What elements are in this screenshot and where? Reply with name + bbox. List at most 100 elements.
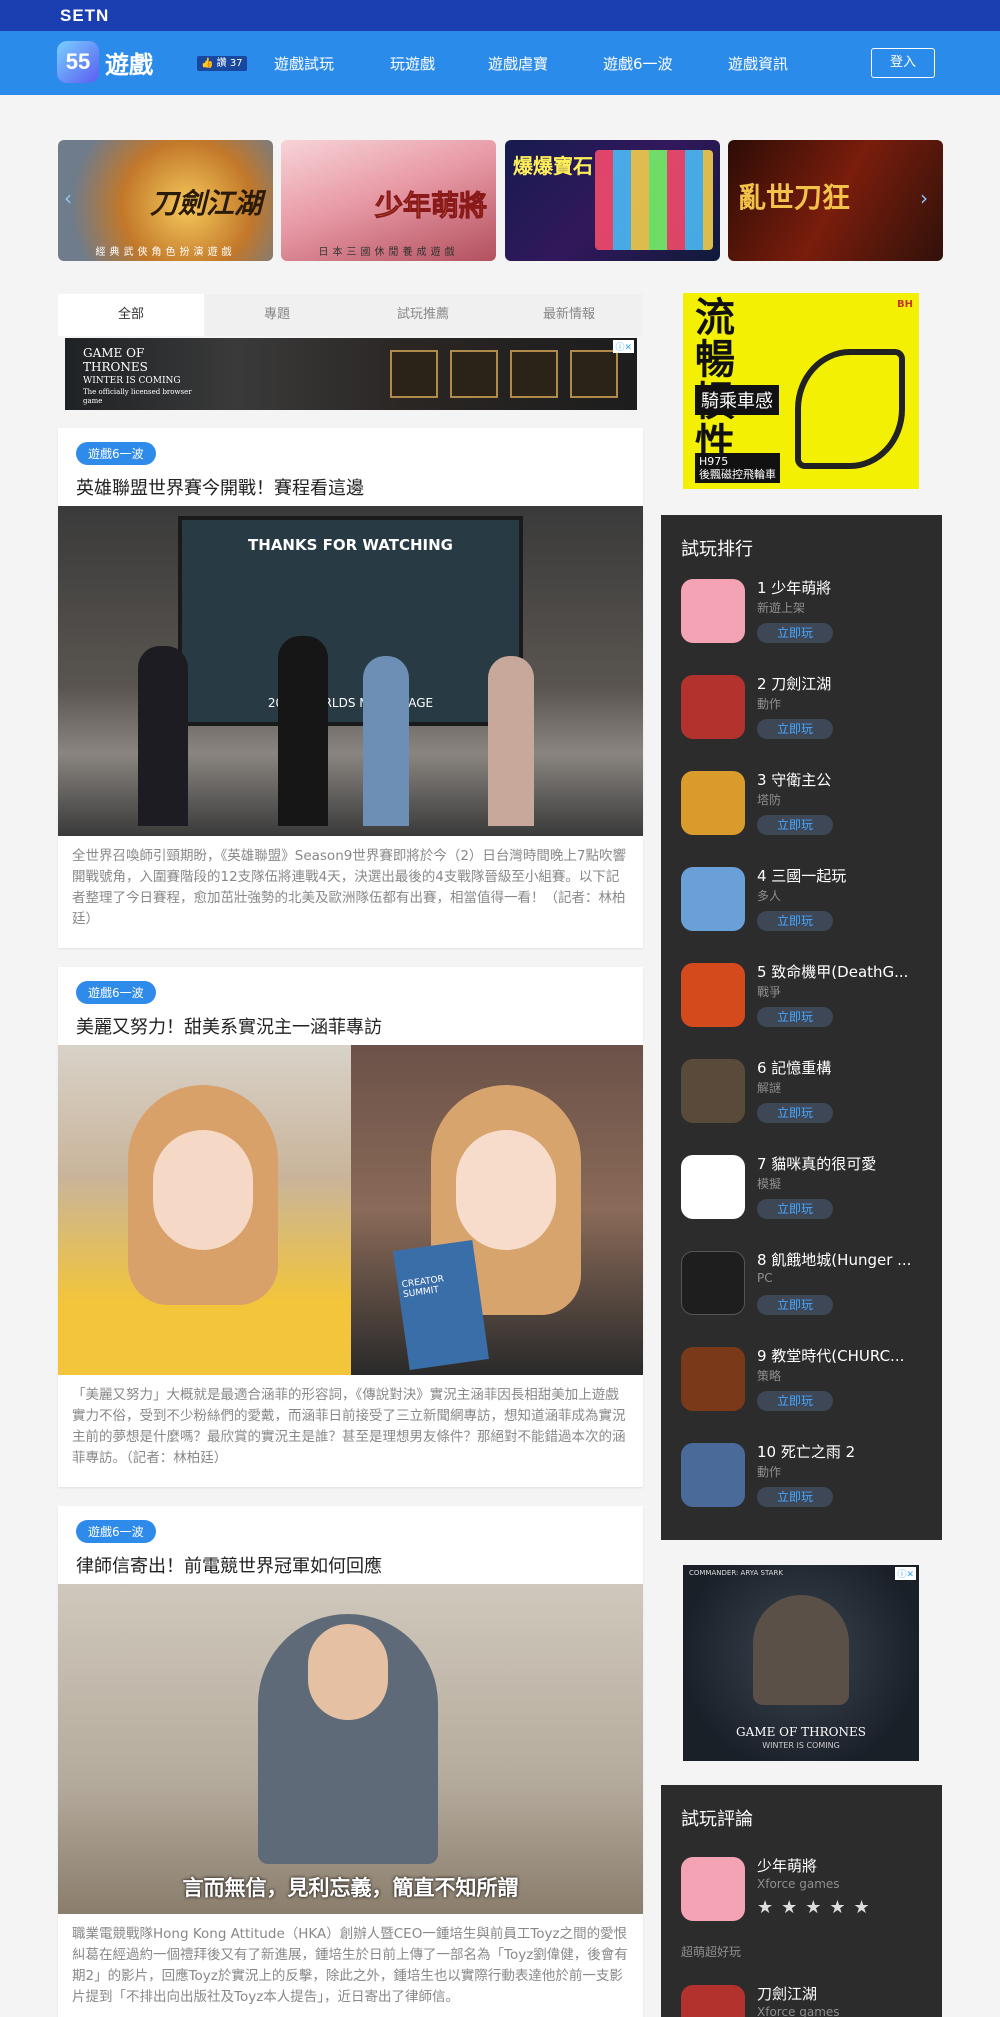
play-now-button[interactable]: 立即玩: [757, 1295, 833, 1315]
game-name[interactable]: 1 少年萌將: [757, 577, 932, 598]
game-of-thrones-side-ad[interactable]: COMMANDER: ARYA STARK GAME OF THRONES WI…: [683, 1565, 919, 1761]
face-shape: [456, 1130, 556, 1250]
game-name[interactable]: 刀劍江湖: [757, 1983, 932, 2004]
game-icon[interactable]: [681, 963, 745, 1027]
carousel-prev-arrow-icon[interactable]: ‹: [64, 186, 72, 210]
ad-close-icon[interactable]: ⓘ✕: [613, 340, 634, 353]
game-icon[interactable]: [681, 1347, 745, 1411]
nav-item-play[interactable]: 玩遊戲: [390, 53, 435, 74]
play-now-button[interactable]: 立即玩: [757, 1487, 833, 1507]
article-image[interactable]: CREATOR SUMMIT: [58, 1045, 643, 1375]
article-tag[interactable]: 遊戲6一波: [76, 981, 156, 1004]
article-card[interactable]: 遊戲6一波 美麗又努力！甜美系實況主一涵菲專訪 CREATOR SUMMIT 「…: [58, 967, 643, 1487]
game-icon[interactable]: [681, 1251, 745, 1315]
banner-title: 爆爆寶石: [513, 154, 593, 178]
screen-headline: THANKS FOR WATCHING: [248, 536, 453, 554]
photo-right: CREATOR SUMMIT: [351, 1045, 643, 1375]
article-tag[interactable]: 遊戲6一波: [76, 442, 156, 465]
game-name[interactable]: 3 守衛主公: [757, 769, 932, 790]
article-title[interactable]: 英雄聯盟世界賽今開戰！賽程看這邊: [76, 474, 364, 500]
game-category: 戰爭: [757, 985, 782, 999]
carousel-next-arrow-icon[interactable]: ›: [920, 186, 928, 210]
article-image[interactable]: THANKS FOR WATCHING 2019 WORLDS MAIN STA…: [58, 506, 643, 836]
article-card[interactable]: 遊戲6一波 英雄聯盟世界賽今開戰！賽程看這邊 THANKS FOR WATCHI…: [58, 428, 643, 948]
play-now-button[interactable]: 立即玩: [757, 1007, 833, 1027]
ranking-item[interactable]: 4 三國一起玩 多人 立即玩: [681, 867, 931, 947]
article-card[interactable]: 遊戲6一波 律師信寄出！前電競世界冠軍如何回應 言而無信，見利忘義，簡直不知所謂…: [58, 1506, 643, 2017]
game-icon[interactable]: [681, 771, 745, 835]
fitness-bike-ad[interactable]: 流暢慣性 騎乘車感 H975 後飄磁控飛輪車 BH: [683, 293, 919, 489]
game-icon[interactable]: [681, 1985, 745, 2017]
game-category: 動作: [757, 697, 782, 711]
nav-item-treasure[interactable]: 遊戲虐寶: [488, 53, 548, 74]
ranking-item[interactable]: 5 致命機甲(DeathG... 戰爭 立即玩: [681, 963, 931, 1043]
game-name[interactable]: 5 致命機甲(DeathG...: [757, 961, 932, 982]
banner-caption: 經典武俠角色扮演遊戲: [95, 247, 236, 258]
play-now-button[interactable]: 立即玩: [757, 1103, 833, 1123]
game-name[interactable]: 6 記憶重構: [757, 1057, 932, 1078]
article-image[interactable]: 言而無信，見利忘義，簡直不知所謂: [58, 1584, 643, 1914]
ranking-item[interactable]: 7 貓咪真的很可愛 模擬 立即玩: [681, 1155, 931, 1235]
ranking-item[interactable]: 1 少年萌將 新遊上架 立即玩: [681, 579, 931, 659]
banner-caption: 日本三國休閒養成遊戲: [318, 247, 459, 258]
game-name[interactable]: 9 教堂時代(CHURC...: [757, 1345, 932, 1366]
held-card-text: CREATOR SUMMIT: [401, 1274, 445, 1301]
game-icon[interactable]: [681, 867, 745, 931]
nav-item-six-wave[interactable]: 遊戲6一波: [603, 53, 673, 74]
tab-demo-picks[interactable]: 試玩推薦: [350, 294, 496, 336]
game-name[interactable]: 10 死亡之雨 2: [757, 1441, 932, 1462]
play-now-button[interactable]: 立即玩: [757, 1199, 833, 1219]
ad-title: GAME OF THRONES: [736, 1725, 866, 1739]
play-now-button[interactable]: 立即玩: [757, 719, 833, 739]
game-name[interactable]: 2 刀劍江湖: [757, 673, 932, 694]
login-button[interactable]: 登入: [871, 48, 935, 78]
nav-item-news[interactable]: 遊戲資訊: [728, 53, 788, 74]
review-item[interactable]: 刀劍江湖 Xforce games: [681, 1985, 931, 2017]
ranking-item[interactable]: 8 飢餓地城(Hunger ... PC 立即玩: [681, 1251, 931, 1331]
ad-close-icon[interactable]: ⓘ✕: [895, 1567, 916, 1580]
tab-special[interactable]: 專題: [204, 294, 350, 336]
game-name[interactable]: 4 三國一起玩: [757, 865, 932, 886]
game-icon[interactable]: [681, 1857, 745, 1921]
nav-item-demo[interactable]: 遊戲試玩: [274, 53, 334, 74]
tab-latest[interactable]: 最新情報: [496, 294, 642, 336]
ranking-item[interactable]: 6 記憶重構 解謎 立即玩: [681, 1059, 931, 1139]
article-title[interactable]: 律師信寄出！前電競世界冠軍如何回應: [76, 1552, 382, 1578]
game-icon[interactable]: [681, 579, 745, 643]
ranking-item[interactable]: 9 教堂時代(CHURC... 策略 立即玩: [681, 1347, 931, 1427]
ranking-item[interactable]: 3 守衛主公 塔防 立即玩: [681, 771, 931, 851]
game-icon[interactable]: [681, 1155, 745, 1219]
ad-commander-label: COMMANDER: ARYA STARK: [689, 1569, 783, 1577]
game-of-thrones-ad[interactable]: GAME OF THRONES WINTER IS COMING The off…: [65, 338, 637, 410]
article-tag[interactable]: 遊戲6一波: [76, 1520, 156, 1543]
ad-headline: 流暢慣性: [695, 295, 735, 467]
facebook-like-button[interactable]: 👍 讚 37: [197, 56, 247, 71]
game-category: 塔防: [757, 793, 782, 807]
play-now-button[interactable]: 立即玩: [757, 911, 833, 931]
game-name[interactable]: 7 貓咪真的很可愛: [757, 1153, 932, 1174]
ad-model-tag: H975 後飄磁控飛輪車: [695, 453, 780, 483]
game-icon[interactable]: [681, 675, 745, 739]
banner-slide-1[interactable]: 刀劍江湖 經典武俠角色扮演遊戲: [58, 140, 273, 261]
banner-slide-4[interactable]: 亂世刀狂: [728, 140, 943, 261]
game-icon[interactable]: [681, 1059, 745, 1123]
ad-brand-logo: BH: [897, 299, 913, 310]
game-icon[interactable]: [681, 1443, 745, 1507]
play-now-button[interactable]: 立即玩: [757, 815, 833, 835]
play-now-button[interactable]: 立即玩: [757, 623, 833, 643]
play-now-button[interactable]: 立即玩: [757, 1391, 833, 1411]
network-bar: SETN: [0, 0, 1000, 31]
tab-all[interactable]: 全部: [58, 294, 204, 336]
review-item[interactable]: 少年萌將 Xforce games ★★★★★ 超萌超好玩: [681, 1855, 932, 1959]
site-logo[interactable]: 55 遊戲: [57, 41, 153, 83]
setn-logo[interactable]: SETN: [60, 6, 109, 26]
banner-slide-3[interactable]: 爆爆寶石: [505, 140, 720, 261]
ranking-item[interactable]: 10 死亡之雨 2 動作 立即玩: [681, 1443, 931, 1523]
game-category: 新遊上架: [757, 601, 806, 615]
article-title[interactable]: 美麗又努力！甜美系實況主一涵菲專訪: [76, 1013, 382, 1039]
demo-review-panel: 試玩評論 少年萌將 Xforce games ★★★★★ 超萌超好玩 刀劍江湖 …: [661, 1785, 942, 2017]
banner-slide-2[interactable]: 少年萌將 日本三國休閒養成遊戲: [281, 140, 496, 261]
ranking-item[interactable]: 2 刀劍江湖 動作 立即玩: [681, 675, 931, 755]
game-name[interactable]: 少年萌將: [757, 1855, 932, 1876]
game-name[interactable]: 8 飢餓地城(Hunger ...: [757, 1249, 932, 1270]
